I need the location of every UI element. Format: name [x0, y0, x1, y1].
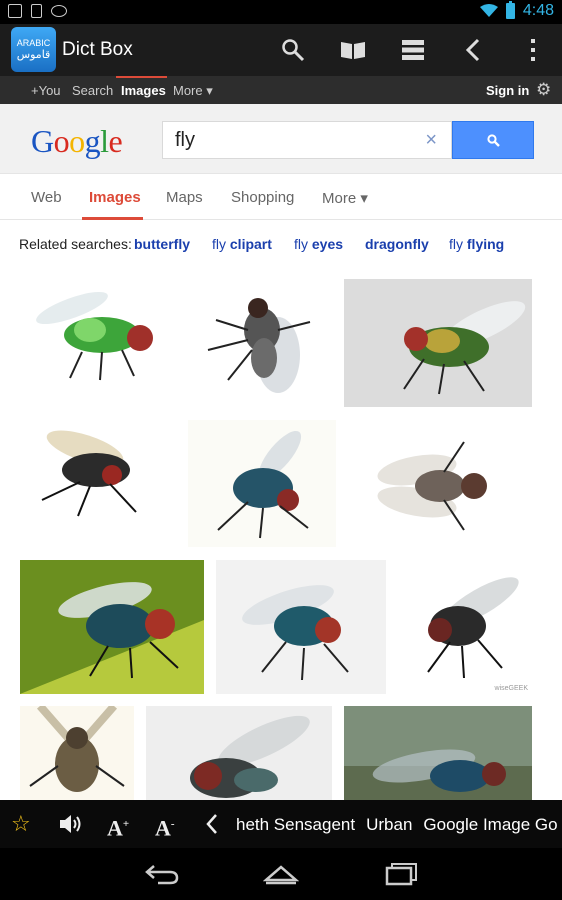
image-result[interactable]	[146, 706, 332, 800]
search-button[interactable]	[452, 121, 534, 159]
image-result[interactable]	[198, 280, 326, 404]
image-result[interactable]	[20, 706, 134, 800]
image-result[interactable]	[30, 420, 156, 520]
back-icon[interactable]	[459, 36, 487, 64]
image-result[interactable]	[188, 420, 336, 547]
home-nav-icon[interactable]	[263, 862, 299, 886]
related-link-fly-eyes[interactable]: fly eyes	[294, 236, 343, 252]
image-result[interactable]	[344, 279, 532, 407]
search-box: ×	[162, 121, 452, 159]
app-logo-top-text: ARABIC	[16, 38, 51, 48]
sign-in-link[interactable]: Sign in	[486, 83, 529, 98]
search-tabs: Web Images Maps Shopping More ▾	[0, 174, 562, 220]
screen: 4:48 ARABIC قاموس Dict Box +You Search I…	[0, 0, 562, 900]
related-link-fly-flying[interactable]: fly flying	[449, 236, 504, 252]
google-header: Google ×	[0, 104, 562, 174]
tab-maps[interactable]: Maps	[166, 189, 203, 206]
nav-item-more[interactable]: More ▾	[173, 83, 213, 99]
list-icon[interactable]	[399, 36, 427, 64]
status-bar: 4:48	[0, 0, 562, 24]
tab-web[interactable]: Web	[31, 189, 62, 206]
dictionary-sources: heth Sensagent Urban Google Image Go	[236, 815, 558, 835]
image-watermark: wiseGEEK	[494, 685, 528, 692]
related-searches: Related searches: butterfly fly clipart …	[19, 236, 504, 252]
recents-nav-icon[interactable]	[384, 862, 420, 886]
image-result[interactable]	[344, 706, 532, 800]
related-link-butterfly[interactable]: butterfly	[134, 236, 190, 252]
star-icon[interactable]: ☆	[11, 811, 31, 837]
battery-icon	[505, 1, 515, 19]
google-logo[interactable]: Google	[31, 123, 123, 160]
back-nav-icon[interactable]	[144, 862, 180, 886]
image-result[interactable]	[372, 430, 514, 540]
related-label: Related searches:	[19, 236, 132, 252]
source-google-image[interactable]: Google Image Go	[423, 815, 557, 835]
search-button-icon	[486, 133, 500, 147]
search-icon[interactable]	[279, 36, 307, 64]
tab-shopping[interactable]: Shopping	[231, 189, 294, 206]
nav-item-images[interactable]: Images	[121, 83, 166, 98]
app-logo-bottom-text: قاموس	[16, 49, 51, 61]
image-result[interactable]	[22, 280, 172, 386]
related-link-fly-clipart[interactable]: fly clipart	[212, 236, 272, 252]
system-nav-bar	[0, 848, 562, 900]
search-input[interactable]	[175, 128, 415, 152]
nav-item-plus-you[interactable]: +You	[31, 83, 61, 98]
image-result[interactable]: wiseGEEK	[398, 560, 532, 694]
status-clock: 4:48	[522, 2, 554, 19]
active-indicator	[116, 76, 167, 78]
font-smaller-icon[interactable]: A-	[155, 811, 175, 841]
image-result[interactable]	[216, 560, 386, 694]
overflow-menu-icon[interactable]	[519, 36, 547, 64]
speaker-icon[interactable]	[58, 812, 84, 836]
clear-icon[interactable]: ×	[425, 129, 437, 151]
source-sensagent[interactable]: heth Sensagent	[236, 815, 355, 835]
wifi-icon	[479, 4, 498, 17]
app-action-bar: ARABIC قاموس Dict Box	[0, 24, 562, 76]
app-logo[interactable]: ARABIC قاموس	[11, 27, 56, 72]
google-top-nav: +You Search Images More ▾ Sign in ⚙	[0, 76, 562, 104]
image-notification-icon	[8, 4, 22, 18]
book-icon[interactable]	[338, 36, 368, 64]
font-larger-icon[interactable]: A+	[107, 811, 129, 841]
dict-toolbar: ☆ A+ A- heth Sensagent Urban Google Imag…	[0, 800, 562, 848]
nav-item-search[interactable]: Search	[72, 83, 113, 98]
app-title: Dict Box	[62, 39, 133, 60]
tab-more[interactable]: More ▾	[322, 189, 368, 207]
active-tab-indicator	[82, 217, 143, 220]
android-icon	[51, 5, 67, 17]
related-link-dragonfly[interactable]: dragonfly	[365, 236, 429, 252]
tab-images[interactable]: Images	[89, 189, 141, 206]
sd-card-icon	[31, 4, 42, 18]
source-urban[interactable]: Urban	[366, 815, 412, 835]
chevron-left-icon[interactable]	[205, 813, 219, 835]
gear-icon[interactable]: ⚙	[536, 81, 551, 98]
image-result[interactable]	[20, 560, 204, 694]
